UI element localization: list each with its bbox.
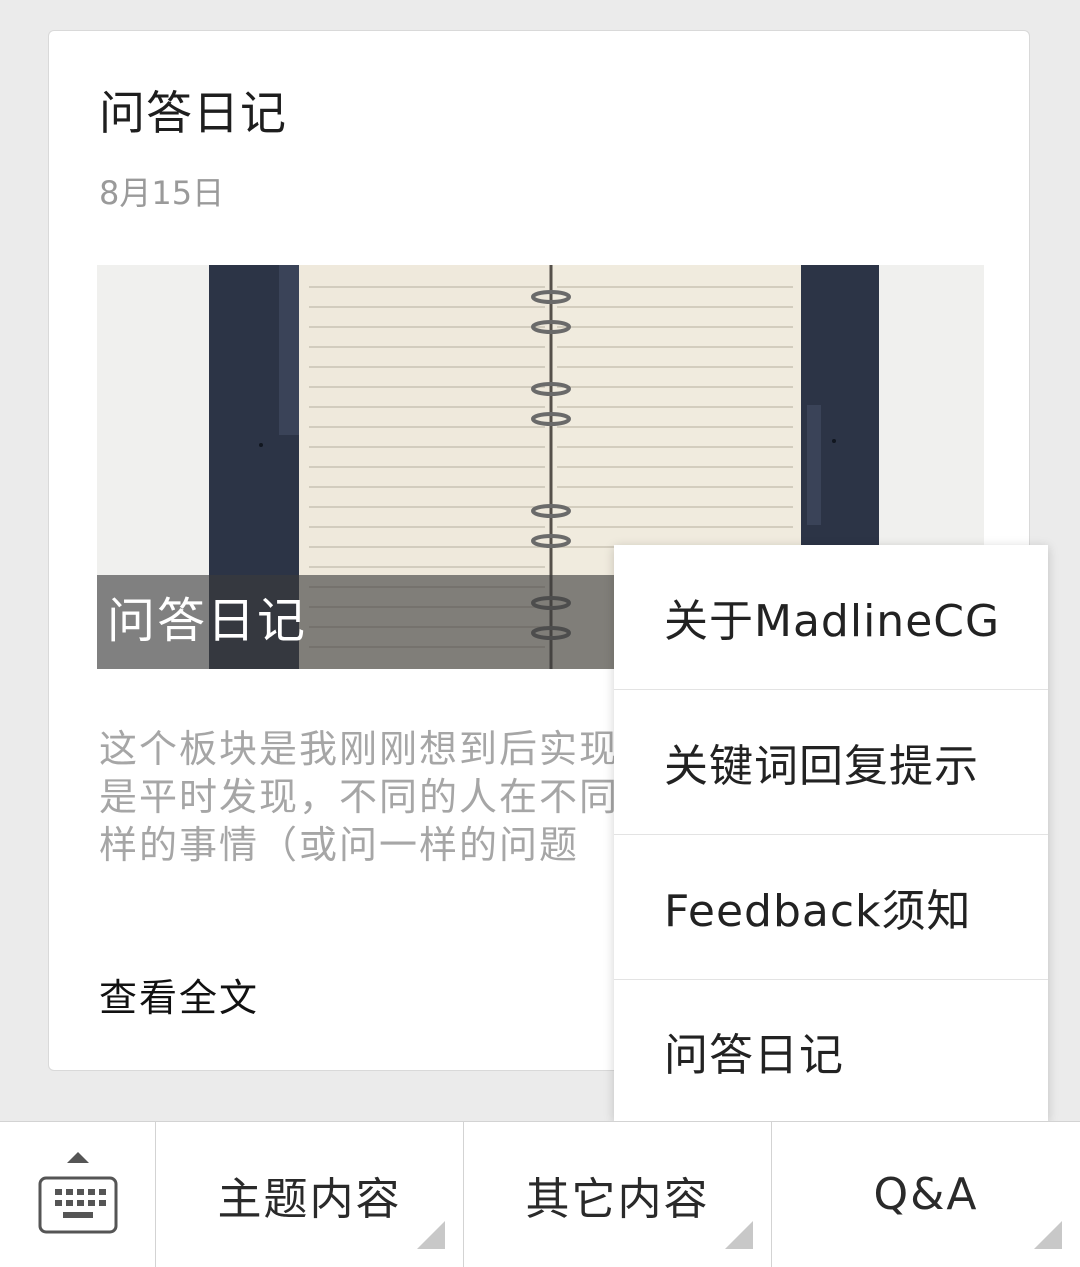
submenu-item-qa-diary[interactable]: 问答日记 xyxy=(614,980,1048,1121)
article-title: 问答日记 xyxy=(99,86,287,140)
article-date: 8月15日 xyxy=(99,174,225,212)
arrow-up-icon xyxy=(67,1152,89,1163)
bottom-menu-bar: 主题内容 其它内容 Q&A xyxy=(0,1121,1080,1267)
submenu-popup: 关于MadlineCG 关键词回复提示 Feedback须知 问答日记 xyxy=(614,545,1048,1121)
submenu-item-keyword-reply[interactable]: 关键词回复提示 xyxy=(614,690,1048,835)
submenu-item-about[interactable]: 关于MadlineCG xyxy=(614,545,1048,690)
read-more-link[interactable]: 查看全文 xyxy=(99,973,259,1023)
submenu-indicator-icon xyxy=(417,1221,445,1249)
menu-button-qa[interactable]: Q&A xyxy=(772,1122,1080,1267)
submenu-item-feedback[interactable]: Feedback须知 xyxy=(614,835,1048,980)
keyboard-icon xyxy=(38,1176,118,1234)
cover-caption: 问答日记 xyxy=(107,593,308,649)
keyboard-toggle-button[interactable] xyxy=(0,1122,156,1267)
menu-button-label: 其它内容 xyxy=(525,1173,710,1225)
menu-button-label: Q&A xyxy=(873,1169,979,1220)
submenu-indicator-icon xyxy=(725,1221,753,1249)
menu-button-other-content[interactable]: 其它内容 xyxy=(464,1122,772,1267)
menu-button-label: 主题内容 xyxy=(217,1173,402,1225)
menu-button-topic-content[interactable]: 主题内容 xyxy=(156,1122,464,1267)
submenu-indicator-icon xyxy=(1034,1221,1062,1249)
